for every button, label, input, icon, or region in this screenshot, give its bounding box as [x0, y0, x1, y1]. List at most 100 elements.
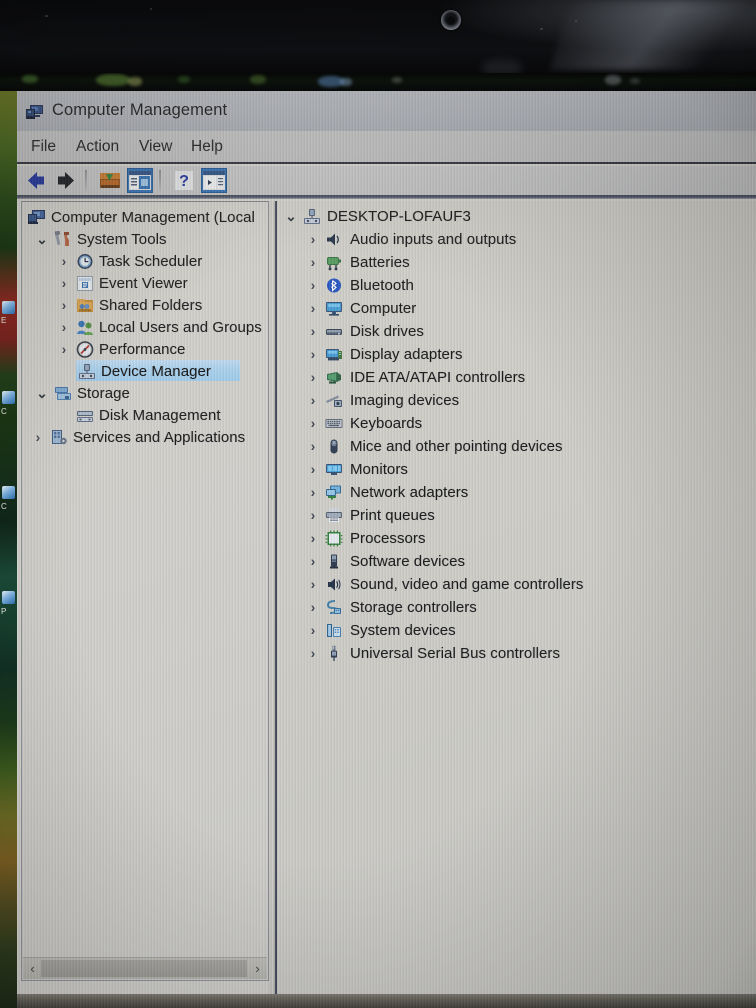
device-category-label: Monitors — [350, 460, 408, 478]
device-category-monitors[interactable]: Monitors — [325, 458, 408, 480]
bezel-speck — [575, 20, 577, 22]
up-one-level-button[interactable] — [97, 168, 123, 193]
device-tree-twisty-root[interactable]: ⌄ — [283, 205, 299, 227]
usb-icon — [325, 645, 343, 662]
scrollbar-thumb[interactable] — [41, 960, 247, 977]
tree-twisty-local-users-and-groups[interactable]: › — [56, 316, 72, 338]
device-tree-root[interactable]: DESKTOP-LOFAUF3 — [303, 205, 471, 227]
device-manager-icon — [78, 363, 96, 380]
tree-item-event-viewer[interactable]: Event Viewer — [76, 272, 188, 294]
tree-item-disk-management[interactable]: Disk Management — [76, 404, 221, 426]
device-category-universal-serial-bus-controllers[interactable]: Universal Serial Bus controllers — [325, 642, 560, 664]
services-icon — [50, 429, 68, 446]
tree-twisty-services-and-applications[interactable]: › — [30, 426, 46, 448]
device-twisty-universal-serial-bus-controllers[interactable]: › — [305, 642, 321, 664]
device-twisty-print-queues[interactable]: › — [305, 504, 321, 526]
device-category-ide-ata-atapi-controllers[interactable]: IDE ATA/ATAPI controllers — [325, 366, 525, 388]
tree-horizontal-scrollbar[interactable]: ‹ › — [23, 957, 267, 979]
tree-item-services-and-applications[interactable]: Services and Applications — [50, 426, 245, 448]
desktop-icon[interactable] — [2, 301, 15, 314]
help-button[interactable]: ? — [171, 168, 197, 193]
device-category-label: Network adapters — [350, 483, 469, 501]
tree-twisty-shared-folders[interactable]: › — [56, 294, 72, 316]
show-hide-console-tree-button[interactable] — [127, 168, 153, 193]
device-twisty-imaging-devices[interactable]: › — [305, 389, 321, 411]
webcam-aperture — [447, 16, 455, 24]
device-category-processors[interactable]: Processors — [325, 527, 426, 549]
tree-item-computer-management-root[interactable]: Computer Management (Local — [28, 206, 255, 228]
device-category-storage-controllers[interactable]: Storage controllers — [325, 596, 477, 618]
reflection-blob — [22, 75, 38, 83]
device-category-label: Mice and other pointing devices — [350, 437, 563, 455]
device-twisty-disk-drives[interactable]: › — [305, 320, 321, 342]
device-twisty-bluetooth[interactable]: › — [305, 274, 321, 296]
device-twisty-processors[interactable]: › — [305, 527, 321, 549]
device-category-bluetooth[interactable]: Bluetooth — [325, 274, 414, 296]
shared-folders-icon — [76, 297, 94, 314]
device-twisty-mice-and-other-pointing-devices[interactable]: › — [305, 435, 321, 457]
menu-item-file[interactable]: File — [27, 136, 60, 158]
device-category-batteries[interactable]: Batteries — [325, 251, 410, 273]
device-twisty-ide-ata-atapi-controllers[interactable]: › — [305, 366, 321, 388]
forward-button[interactable] — [53, 168, 79, 193]
tree-item-local-users-and-groups[interactable]: Local Users and Groups — [76, 316, 262, 338]
svg-text:?: ? — [179, 173, 189, 190]
device-category-label: Print queues — [350, 506, 435, 524]
device-category-sound-video-and-game-controllers[interactable]: Sound, video and game controllers — [325, 573, 583, 595]
device-twisty-sound-video-and-game-controllers[interactable]: › — [305, 573, 321, 595]
scroll-left-arrow[interactable]: ‹ — [24, 960, 41, 977]
tree-item-performance[interactable]: Performance — [76, 338, 185, 360]
tree-item-task-scheduler[interactable]: Task Scheduler — [76, 250, 202, 272]
tree-twisty-system-tools[interactable]: ⌄ — [34, 228, 50, 250]
device-twisty-batteries[interactable]: › — [305, 251, 321, 273]
laptop-bezel — [0, 0, 756, 92]
device-twisty-storage-controllers[interactable]: › — [305, 596, 321, 618]
desktop-icon[interactable] — [2, 591, 15, 604]
desktop-icon-label: E — [1, 316, 7, 325]
device-twisty-display-adapters[interactable]: › — [305, 343, 321, 365]
device-category-label: Bluetooth — [350, 276, 414, 294]
device-category-label: Processors — [350, 529, 426, 547]
device-category-keyboards[interactable]: Keyboards — [325, 412, 422, 434]
imaging-device-icon — [325, 392, 343, 409]
tree-item-storage[interactable]: Storage — [54, 382, 130, 404]
properties-button[interactable] — [201, 168, 227, 193]
tree-twisty-task-scheduler[interactable]: › — [56, 250, 72, 272]
tree-item-system-tools[interactable]: System Tools — [54, 228, 167, 250]
desktop-icon[interactable] — [2, 486, 15, 499]
device-category-network-adapters[interactable]: Network adapters — [325, 481, 468, 503]
tree-twisty-performance[interactable]: › — [56, 338, 72, 360]
device-category-system-devices[interactable]: System devices — [325, 619, 456, 641]
device-twisty-audio-inputs-and-outputs[interactable]: › — [305, 228, 321, 250]
device-category-imaging-devices[interactable]: Imaging devices — [325, 389, 459, 411]
device-category-mice-and-other-pointing-devices[interactable]: Mice and other pointing devices — [325, 435, 563, 457]
device-category-display-adapters[interactable]: Display adapters — [325, 343, 463, 365]
device-twisty-keyboards[interactable]: › — [305, 412, 321, 434]
tree-twisty-storage[interactable]: ⌄ — [34, 382, 50, 404]
tree-twisty-event-viewer[interactable]: › — [56, 272, 72, 294]
sound-controller-icon — [325, 576, 343, 593]
tree-item-device-manager[interactable]: Device Manager — [78, 360, 211, 382]
device-twisty-network-adapters[interactable]: › — [305, 481, 321, 503]
device-twisty-monitors[interactable]: › — [305, 458, 321, 480]
scroll-right-arrow[interactable]: › — [249, 960, 266, 977]
reflection-blob — [605, 75, 621, 85]
device-category-computer[interactable]: Computer — [325, 297, 416, 319]
menu-item-help[interactable]: Help — [187, 136, 227, 158]
device-category-label: Sound, video and game controllers — [350, 575, 584, 593]
tree-item-shared-folders[interactable]: Shared Folders — [76, 294, 202, 316]
device-category-disk-drives[interactable]: Disk drives — [325, 320, 424, 342]
battery-icon — [325, 254, 343, 271]
window-title: Computer Management — [52, 101, 228, 119]
device-twisty-system-devices[interactable]: › — [305, 619, 321, 641]
device-category-audio-inputs-and-outputs[interactable]: Audio inputs and outputs — [325, 228, 516, 250]
device-category-software-devices[interactable]: Software devices — [325, 550, 465, 572]
ide-controller-icon — [325, 369, 343, 386]
desktop-icon[interactable] — [2, 391, 15, 404]
device-twisty-software-devices[interactable]: › — [305, 550, 321, 572]
menu-item-view[interactable]: View — [135, 136, 176, 158]
back-button[interactable] — [23, 168, 49, 193]
menu-item-action[interactable]: Action — [72, 136, 123, 158]
device-category-print-queues[interactable]: Print queues — [325, 504, 435, 526]
device-twisty-computer[interactable]: › — [305, 297, 321, 319]
